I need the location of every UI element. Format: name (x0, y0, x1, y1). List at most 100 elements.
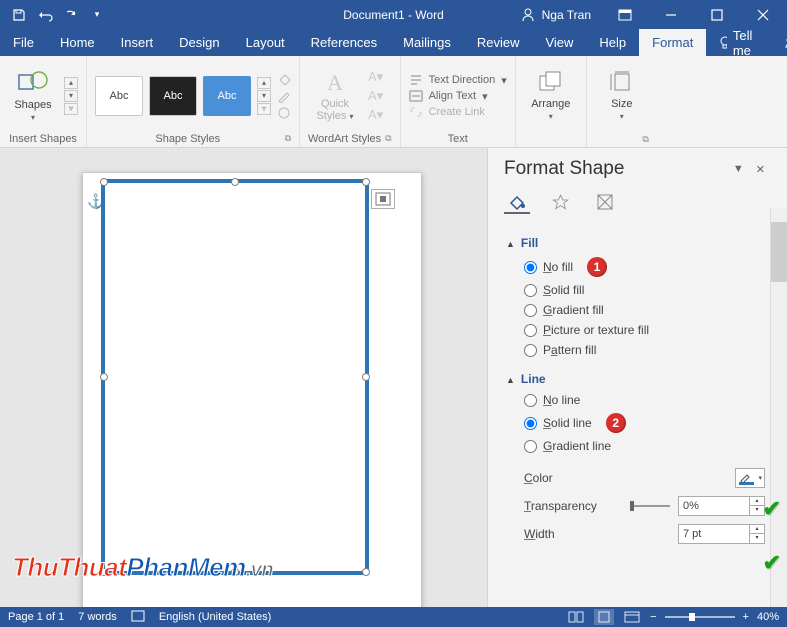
text-fill-button[interactable]: A▾ (368, 69, 383, 85)
pane-body: ▲Fill NNo fillo fill1 Solid fill Gradien… (488, 224, 787, 607)
style-swatch-2[interactable]: Abc (149, 76, 197, 116)
transparency-input[interactable]: 0% (678, 496, 750, 516)
arrange-button[interactable]: Arrange▾ (524, 70, 578, 122)
tab-references[interactable]: References (298, 29, 390, 56)
checkmark-icon: ✔ (763, 496, 781, 522)
shapes-gallery-more[interactable]: ▴▾▿ (64, 77, 78, 115)
resize-handle[interactable] (100, 373, 108, 381)
resize-handle[interactable] (362, 568, 370, 576)
statusbar: Page 1 of 1 7 words English (United Stat… (0, 607, 787, 627)
shape-effects-button[interactable] (277, 106, 291, 120)
size-label: Size (611, 98, 632, 110)
shape-fill-button[interactable] (277, 72, 291, 86)
qat-customize-icon[interactable]: ▾ (86, 4, 108, 26)
read-mode-icon[interactable] (566, 609, 586, 625)
text-outline-button[interactable]: A▾ (368, 88, 383, 104)
zoom-in-icon[interactable]: + (743, 611, 749, 623)
resize-handle[interactable] (231, 178, 239, 186)
zoom-level[interactable]: 40% (757, 611, 779, 623)
radio-picture-fill[interactable]: Picture or texture fill (506, 320, 765, 340)
share-button[interactable]: Share (770, 29, 787, 56)
tab-help[interactable]: Help (586, 29, 639, 56)
maximize-icon[interactable] (695, 0, 739, 29)
document-title: Document1 - Word (343, 8, 443, 22)
radio-solid-fill[interactable]: Solid fill (506, 280, 765, 300)
size-button[interactable]: Size▾ (595, 70, 649, 122)
style-swatch-3[interactable]: Abc (203, 76, 251, 116)
tab-insert[interactable]: Insert (108, 29, 167, 56)
radio-gradient-line[interactable]: Gradient line (506, 436, 765, 456)
tell-me[interactable]: Tell me (706, 29, 770, 56)
zoom-out-icon[interactable]: − (650, 611, 656, 623)
status-language[interactable]: English (United States) (159, 611, 272, 623)
tab-mailings[interactable]: Mailings (390, 29, 464, 56)
tab-layout[interactable]: Layout (233, 29, 298, 56)
print-layout-icon[interactable] (594, 609, 614, 625)
size-dialog-icon[interactable]: ⧉ (642, 134, 648, 145)
pane-tab-layout[interactable] (592, 190, 618, 214)
link-icon (409, 106, 423, 118)
tab-review[interactable]: Review (464, 29, 533, 56)
status-spellcheck-icon[interactable] (131, 610, 145, 625)
color-picker[interactable]: ▾ (735, 468, 765, 488)
redo-icon[interactable] (60, 4, 82, 26)
radio-solid-line[interactable]: Solid line2 (506, 410, 765, 436)
width-input[interactable]: 7 pt (678, 524, 750, 544)
user-icon (520, 7, 536, 23)
quick-styles-button[interactable]: A Quick Styles ▾ (308, 70, 362, 122)
radio-no-fill[interactable]: NNo fillo fill1 (506, 254, 765, 280)
save-icon[interactable] (8, 4, 30, 26)
shapes-button[interactable]: Shapes▾ (8, 69, 58, 123)
minimize-icon[interactable] (649, 0, 693, 29)
text-effects-button[interactable]: A▾ (368, 107, 383, 123)
status-words[interactable]: 7 words (78, 611, 117, 623)
tab-design[interactable]: Design (166, 29, 232, 56)
ribbon-display-icon[interactable] (603, 0, 647, 29)
pane-tab-fill-line[interactable] (504, 190, 530, 214)
lightbulb-icon (718, 36, 727, 50)
align-text-button[interactable]: Align Text▾ (409, 90, 507, 103)
undo-icon[interactable] (34, 4, 56, 26)
width-spinner[interactable]: ▴▾ (750, 524, 765, 544)
layout-options-icon[interactable] (371, 189, 395, 209)
share-icon (782, 36, 787, 50)
radio-pattern-fill[interactable]: Pattern fill (506, 340, 765, 360)
resize-handle[interactable] (362, 373, 370, 381)
style-gallery-more[interactable]: ▴▾▿ (257, 77, 271, 115)
prop-transparency: Transparency 0% ▴▾ (506, 492, 765, 520)
shapes-label: Shapes (14, 99, 51, 111)
wordart-dialog-icon[interactable]: ⧉ (385, 133, 391, 144)
radio-no-line[interactable]: No line (506, 390, 765, 410)
user-account[interactable]: Nga Tran (510, 7, 601, 23)
group-label-text: Text (409, 131, 507, 145)
web-layout-icon[interactable] (622, 609, 642, 625)
tab-file[interactable]: File (0, 29, 47, 56)
shape-style-gallery[interactable]: Abc Abc Abc ▴▾▿ (95, 76, 271, 116)
pane-close-icon[interactable]: ✕ (750, 161, 771, 178)
pane-scrollbar[interactable] (770, 208, 787, 607)
document-area[interactable]: ⚓ ThuThuatPhanMem.vn (0, 148, 487, 607)
bucket-icon (277, 72, 291, 86)
style-swatch-1[interactable]: Abc (95, 76, 143, 116)
section-fill[interactable]: ▲Fill (506, 230, 765, 254)
transparency-slider[interactable] (630, 505, 670, 507)
tab-format[interactable]: Format (639, 29, 706, 56)
page[interactable]: ⚓ (82, 172, 422, 607)
tab-view[interactable]: View (532, 29, 586, 56)
resize-handle[interactable] (362, 178, 370, 186)
resize-handle[interactable] (100, 178, 108, 186)
section-line[interactable]: ▲Line (506, 366, 765, 390)
quick-styles-label: Quick Styles (316, 98, 349, 122)
radio-gradient-fill[interactable]: Gradient fill (506, 300, 765, 320)
pane-options-icon[interactable]: ▼ (727, 161, 750, 177)
selected-shape[interactable] (101, 179, 369, 575)
zoom-slider[interactable] (665, 616, 735, 618)
shape-outline-button[interactable] (277, 89, 291, 103)
text-direction-button[interactable]: Text Direction▾ (409, 74, 507, 87)
tab-home[interactable]: Home (47, 29, 108, 56)
create-link-button[interactable]: Create Link (409, 106, 507, 118)
close-icon[interactable] (741, 0, 785, 29)
pane-tab-effects[interactable] (548, 190, 574, 214)
shape-styles-dialog-icon[interactable]: ⧉ (285, 133, 291, 144)
status-page[interactable]: Page 1 of 1 (8, 611, 64, 623)
